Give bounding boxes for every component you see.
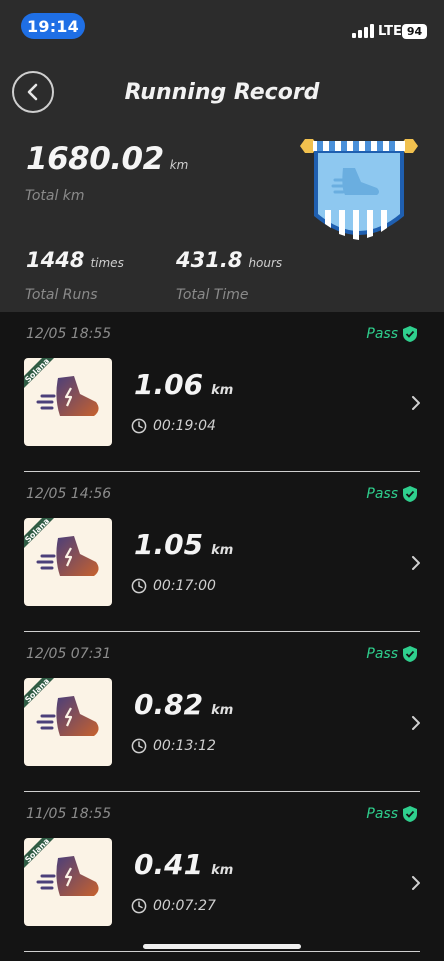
battery-icon: 94 — [402, 24, 427, 39]
duration-value: 00:17:00 — [153, 578, 216, 594]
achievement-badge-icon — [300, 139, 418, 240]
shield-check-icon — [403, 806, 417, 822]
clock-icon — [131, 738, 147, 754]
distance-unit: km — [211, 543, 234, 558]
list-item[interactable]: 12/05 14:56 Pass Solana 1.05 km 00:17:00 — [0, 472, 444, 632]
distance-unit: km — [211, 703, 234, 718]
record-status: Pass — [366, 646, 398, 662]
total-km-label: Total km — [25, 188, 85, 204]
clock-icon — [131, 898, 147, 914]
signal-icon — [352, 24, 374, 38]
status-bar: 19:14 LTE 94 — [0, 0, 444, 52]
distance-value: 0.82 — [134, 688, 204, 721]
record-duration: 00:17:00 — [131, 578, 216, 594]
chevron-right-icon — [412, 396, 420, 410]
list-item[interactable]: 12/05 18:55 Pass Solana 1.06 km 00:19:04 — [0, 312, 444, 472]
record-distance: 0.41 km — [134, 848, 233, 881]
record-duration: 00:13:12 — [131, 738, 216, 754]
status-badge: Pass — [366, 645, 418, 663]
total-runs-label: Total Runs — [25, 287, 98, 303]
chevron-right-icon — [412, 556, 420, 570]
list-item[interactable]: 11/05 18:55 Pass Solana 0.41 km 00:07:27 — [0, 792, 444, 952]
status-badge: Pass — [366, 325, 418, 343]
page-title: Running Record — [124, 80, 320, 105]
shoe-thumbnail: Solana — [24, 518, 112, 606]
distance-value: 1.06 — [134, 368, 204, 401]
network-type: LTE — [378, 24, 402, 39]
chevron-right-icon — [412, 716, 420, 730]
record-status: Pass — [366, 486, 398, 502]
clock-icon — [131, 578, 147, 594]
total-time-value: 431.8 — [176, 248, 243, 272]
shield-check-icon — [403, 646, 417, 662]
distance-unit: km — [211, 383, 234, 398]
distance-value: 0.41 — [134, 848, 204, 881]
shoe-thumbnail: Solana — [24, 358, 112, 446]
clock-icon — [131, 418, 147, 434]
record-distance: 0.82 km — [134, 688, 233, 721]
battery-level: 94 — [406, 25, 423, 38]
shoe-thumbnail: Solana — [24, 838, 112, 926]
record-date: 12/05 18:55 — [26, 326, 112, 342]
status-time: 19:14 — [21, 13, 85, 39]
total-time-stat: 431.8 hours — [176, 248, 282, 272]
total-runs-unit: times — [90, 256, 124, 270]
distance-unit: km — [211, 863, 234, 878]
record-status: Pass — [366, 326, 398, 342]
record-distance: 1.06 km — [134, 368, 233, 401]
duration-value: 00:19:04 — [153, 418, 216, 434]
record-duration: 00:07:27 — [131, 898, 216, 914]
divider — [24, 951, 420, 952]
home-indicator[interactable] — [143, 944, 301, 949]
total-runs-stat: 1448 times — [26, 248, 124, 272]
chevron-right-icon — [412, 876, 420, 890]
total-km-value: 1680.02 — [26, 141, 164, 177]
list-item[interactable]: 12/05 07:31 Pass Solana 0.82 km 00:13:12 — [0, 632, 444, 792]
duration-value: 00:13:12 — [153, 738, 216, 754]
shield-check-icon — [403, 486, 417, 502]
record-date: 12/05 14:56 — [26, 486, 112, 502]
duration-value: 00:07:27 — [153, 898, 216, 914]
record-duration: 00:19:04 — [131, 418, 216, 434]
total-runs-value: 1448 — [26, 248, 85, 272]
shield-check-icon — [403, 326, 417, 342]
total-time-label: Total Time — [176, 287, 249, 303]
total-km-stat: 1680.02 km — [26, 141, 188, 177]
record-date: 12/05 07:31 — [26, 646, 112, 662]
status-badge: Pass — [366, 805, 418, 823]
total-km-unit: km — [169, 158, 189, 172]
summary-header: 19:14 LTE 94 Running Record 1680.02 km T… — [0, 0, 444, 312]
record-distance: 1.05 km — [134, 528, 233, 561]
status-badge: Pass — [366, 485, 418, 503]
shoe-thumbnail: Solana — [24, 678, 112, 766]
distance-value: 1.05 — [134, 528, 204, 561]
record-date: 11/05 18:55 — [26, 806, 112, 822]
record-status: Pass — [366, 806, 398, 822]
total-time-unit: hours — [248, 256, 283, 270]
